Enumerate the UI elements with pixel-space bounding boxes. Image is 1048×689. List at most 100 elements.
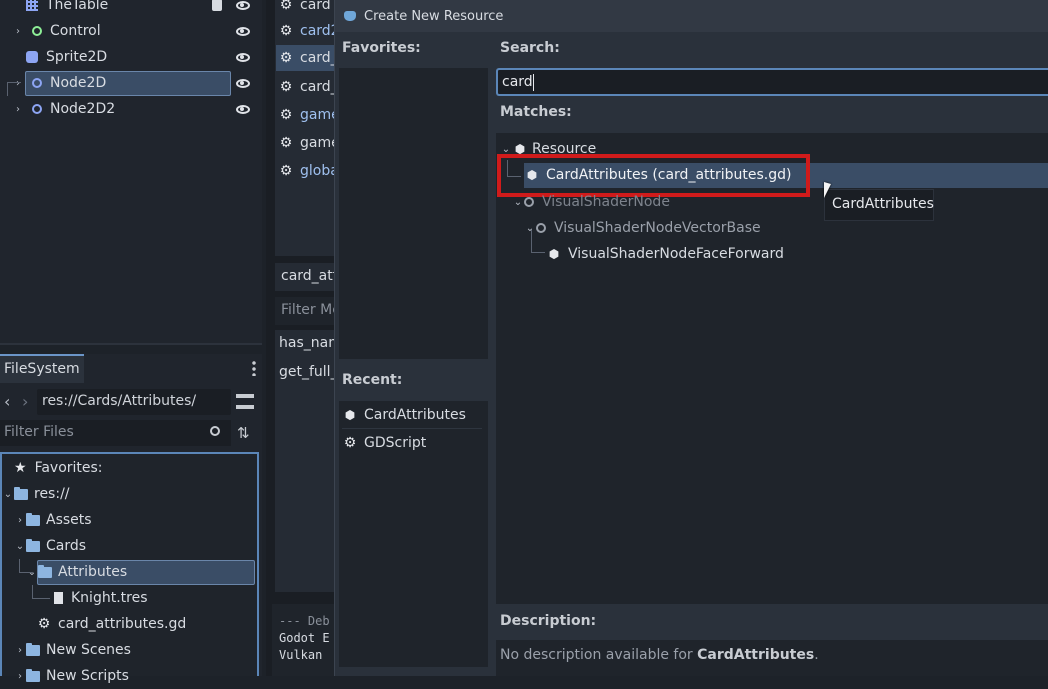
scene-node-sprite2d[interactable]: Sprite2D (12, 44, 254, 70)
matches-label: Matches: (500, 104, 572, 120)
node2d-icon (32, 78, 42, 88)
file-item-new-scripts[interactable]: › New Scripts (14, 663, 129, 689)
scene-node-node2d2[interactable]: › Node2D2 (12, 96, 254, 122)
chevron-down-icon[interactable]: ⌄ (14, 541, 26, 552)
dialog-titlebar[interactable]: Create New Resource (335, 0, 1048, 32)
recent-item-cardattributes[interactable]: ⬢ CardAttributes (342, 402, 466, 428)
filesystem-menu-icon[interactable] (252, 360, 256, 376)
output-line: --- Deb (279, 614, 330, 628)
current-script-label: card_att (275, 263, 338, 291)
file-item-label: New Scripts (46, 668, 129, 684)
star-icon: ★ (14, 460, 27, 476)
method-item[interactable]: get_full_ (279, 364, 338, 380)
file-item-assets[interactable]: › Assets (14, 507, 92, 533)
gear-icon: ⚙ (279, 107, 293, 123)
scene-node-label: Node2D (50, 75, 107, 91)
search-label: Search: (500, 40, 560, 56)
scene-node-label: Node2D2 (50, 101, 116, 117)
file-item-new-scenes[interactable]: › New Scenes (14, 637, 131, 663)
recent-item-label: CardAttributes (364, 407, 466, 423)
visualshadernode-ring-icon (524, 197, 534, 207)
chevron-right-icon[interactable]: › (12, 104, 24, 115)
description-box: No description available for CardAttribu… (496, 640, 1048, 676)
filesystem-tab[interactable]: FileSystem (0, 354, 84, 383)
search-input-value: card (502, 74, 533, 90)
recent-label: Recent: (342, 372, 403, 388)
script-item-label: card_ (300, 79, 338, 95)
chevron-right-icon[interactable]: › (12, 78, 24, 89)
visibility-eye-icon[interactable] (236, 27, 250, 36)
chevron-right-icon[interactable]: › (12, 26, 24, 37)
file-item-cards[interactable]: ⌄ Cards (14, 533, 86, 559)
match-item-visualshadernodevectorbase[interactable]: ⌄ VisualShaderNodeVectorBase (524, 215, 761, 241)
tooltip-text: CardAttributes (832, 196, 934, 212)
description-label: Description: (500, 613, 597, 629)
file-item-card-attributes-gd[interactable]: ⚙ card_attributes.gd (36, 611, 187, 637)
visibility-eye-icon[interactable] (236, 53, 250, 62)
scene-node-thetable[interactable]: TheTable (14, 0, 254, 18)
file-icon (54, 592, 63, 604)
chevron-right-icon[interactable]: › (14, 671, 26, 682)
filter-files-field[interactable]: Filter Files (0, 420, 231, 446)
script-icon[interactable] (212, 0, 222, 11)
script-item[interactable]: ⚙ card (278, 0, 331, 18)
script-item[interactable]: ⚙ game (278, 102, 340, 128)
favorites-label: Favorites: (342, 40, 421, 56)
scene-node-label: Sprite2D (46, 49, 108, 65)
visibility-eye-icon[interactable] (236, 105, 250, 114)
script-item[interactable]: ⚙ card2 (278, 18, 340, 44)
tree-guide-line (531, 252, 545, 253)
forward-arrow-icon[interactable]: › (22, 392, 28, 411)
output-line: Godot E (279, 631, 330, 645)
scene-node-label: Control (50, 23, 101, 39)
scene-node-node2d[interactable]: › Node2D (12, 70, 254, 96)
tree-guide-line (19, 572, 33, 573)
file-item-knight[interactable]: Knight.tres (54, 585, 148, 611)
match-item-visualshadernode[interactable]: ⌄ VisualShaderNode (512, 189, 670, 215)
search-icon (210, 426, 220, 436)
sort-icon[interactable]: ⇅ (237, 424, 250, 442)
file-favorites[interactable]: ★ Favorites: (14, 455, 103, 481)
description-prefix: No description available for (500, 647, 698, 663)
file-item-attributes[interactable]: ⌄ Attributes (26, 559, 127, 585)
visibility-eye-icon[interactable] (236, 1, 250, 10)
chevron-down-icon[interactable]: ⌄ (512, 197, 524, 208)
chevron-down-icon[interactable]: ⌄ (500, 144, 512, 155)
file-item-label: card_attributes.gd (58, 616, 187, 632)
file-item-label: res:// (34, 486, 70, 502)
layout-toggle-icon[interactable] (236, 394, 254, 409)
script-item[interactable]: ⚙ card_ (278, 45, 338, 71)
mouse-pointer-icon (824, 182, 831, 198)
chevron-down-icon[interactable]: ⌄ (524, 223, 536, 234)
path-text: res://Cards/Attributes/ (42, 393, 197, 409)
output-line: Vulkan (279, 648, 323, 662)
match-item-visualshadernodefaceforward[interactable]: ⬢ VisualShaderNodeFaceForward (546, 241, 784, 267)
method-item[interactable]: has_nam (279, 335, 342, 351)
tree-guide-line (531, 230, 532, 252)
favorites-list[interactable] (339, 68, 488, 359)
tree-guide-line (32, 585, 33, 598)
recent-item-gdscript[interactable]: ⚙ GDScript (342, 430, 427, 456)
script-item[interactable]: ⚙ game (278, 130, 340, 156)
cube-icon: ⬢ (344, 408, 356, 422)
recent-item-label: GDScript (364, 435, 427, 451)
filter-methods-field[interactable]: Filter Me (275, 297, 341, 325)
scene-node-control[interactable]: › Control (12, 18, 254, 44)
description-suffix: . (814, 647, 819, 663)
path-field[interactable]: res://Cards/Attributes/ (37, 389, 231, 415)
chevron-right-icon[interactable]: › (14, 645, 26, 656)
tree-guide-line (7, 82, 8, 96)
back-arrow-icon[interactable]: ‹ (4, 392, 10, 411)
script-item[interactable]: ⚙ card_ (278, 74, 338, 100)
chevron-down-icon[interactable]: ⌄ (2, 489, 14, 500)
folder-icon (26, 512, 40, 526)
search-input[interactable]: card (496, 68, 1048, 96)
file-item-label: Cards (46, 538, 87, 554)
visibility-eye-icon[interactable] (236, 79, 250, 88)
godot-logo-icon (344, 11, 356, 21)
tooltip: CardAttributes (824, 189, 934, 221)
file-item-res[interactable]: ⌄ res:// (2, 481, 70, 507)
folder-icon (38, 564, 52, 578)
script-item[interactable]: ⚙ globa (278, 158, 339, 184)
chevron-right-icon[interactable]: › (14, 515, 26, 526)
